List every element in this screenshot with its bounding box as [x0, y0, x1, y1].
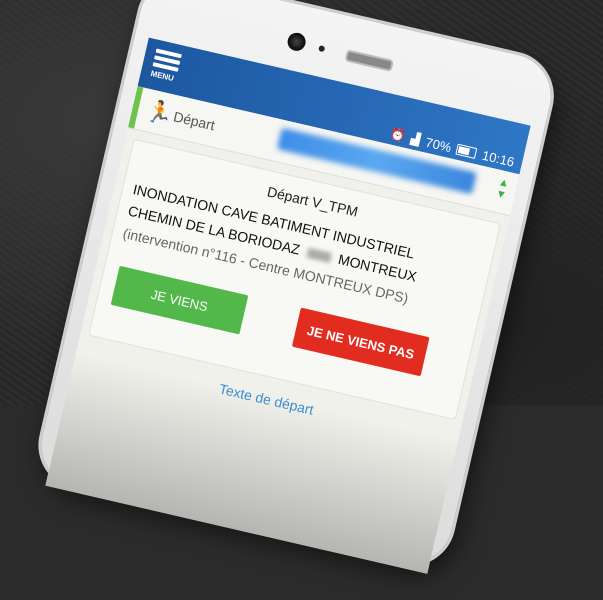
- blurred-address-number: [305, 248, 332, 264]
- departure-label: Départ: [171, 108, 217, 134]
- battery-percent: 70%: [424, 134, 453, 155]
- battery-fill: [458, 145, 471, 156]
- sort-arrows-icon[interactable]: ▲ ▼: [494, 176, 510, 202]
- signal-4g-icon: ▟: [409, 131, 422, 147]
- decline-button[interactable]: JE NE VIENS PAS: [291, 307, 430, 377]
- alarm-clock-icon: ⏰: [389, 126, 407, 144]
- accept-button[interactable]: JE VIENS: [110, 265, 249, 335]
- battery-icon: [455, 143, 478, 159]
- menu-button[interactable]: MENU: [148, 46, 186, 92]
